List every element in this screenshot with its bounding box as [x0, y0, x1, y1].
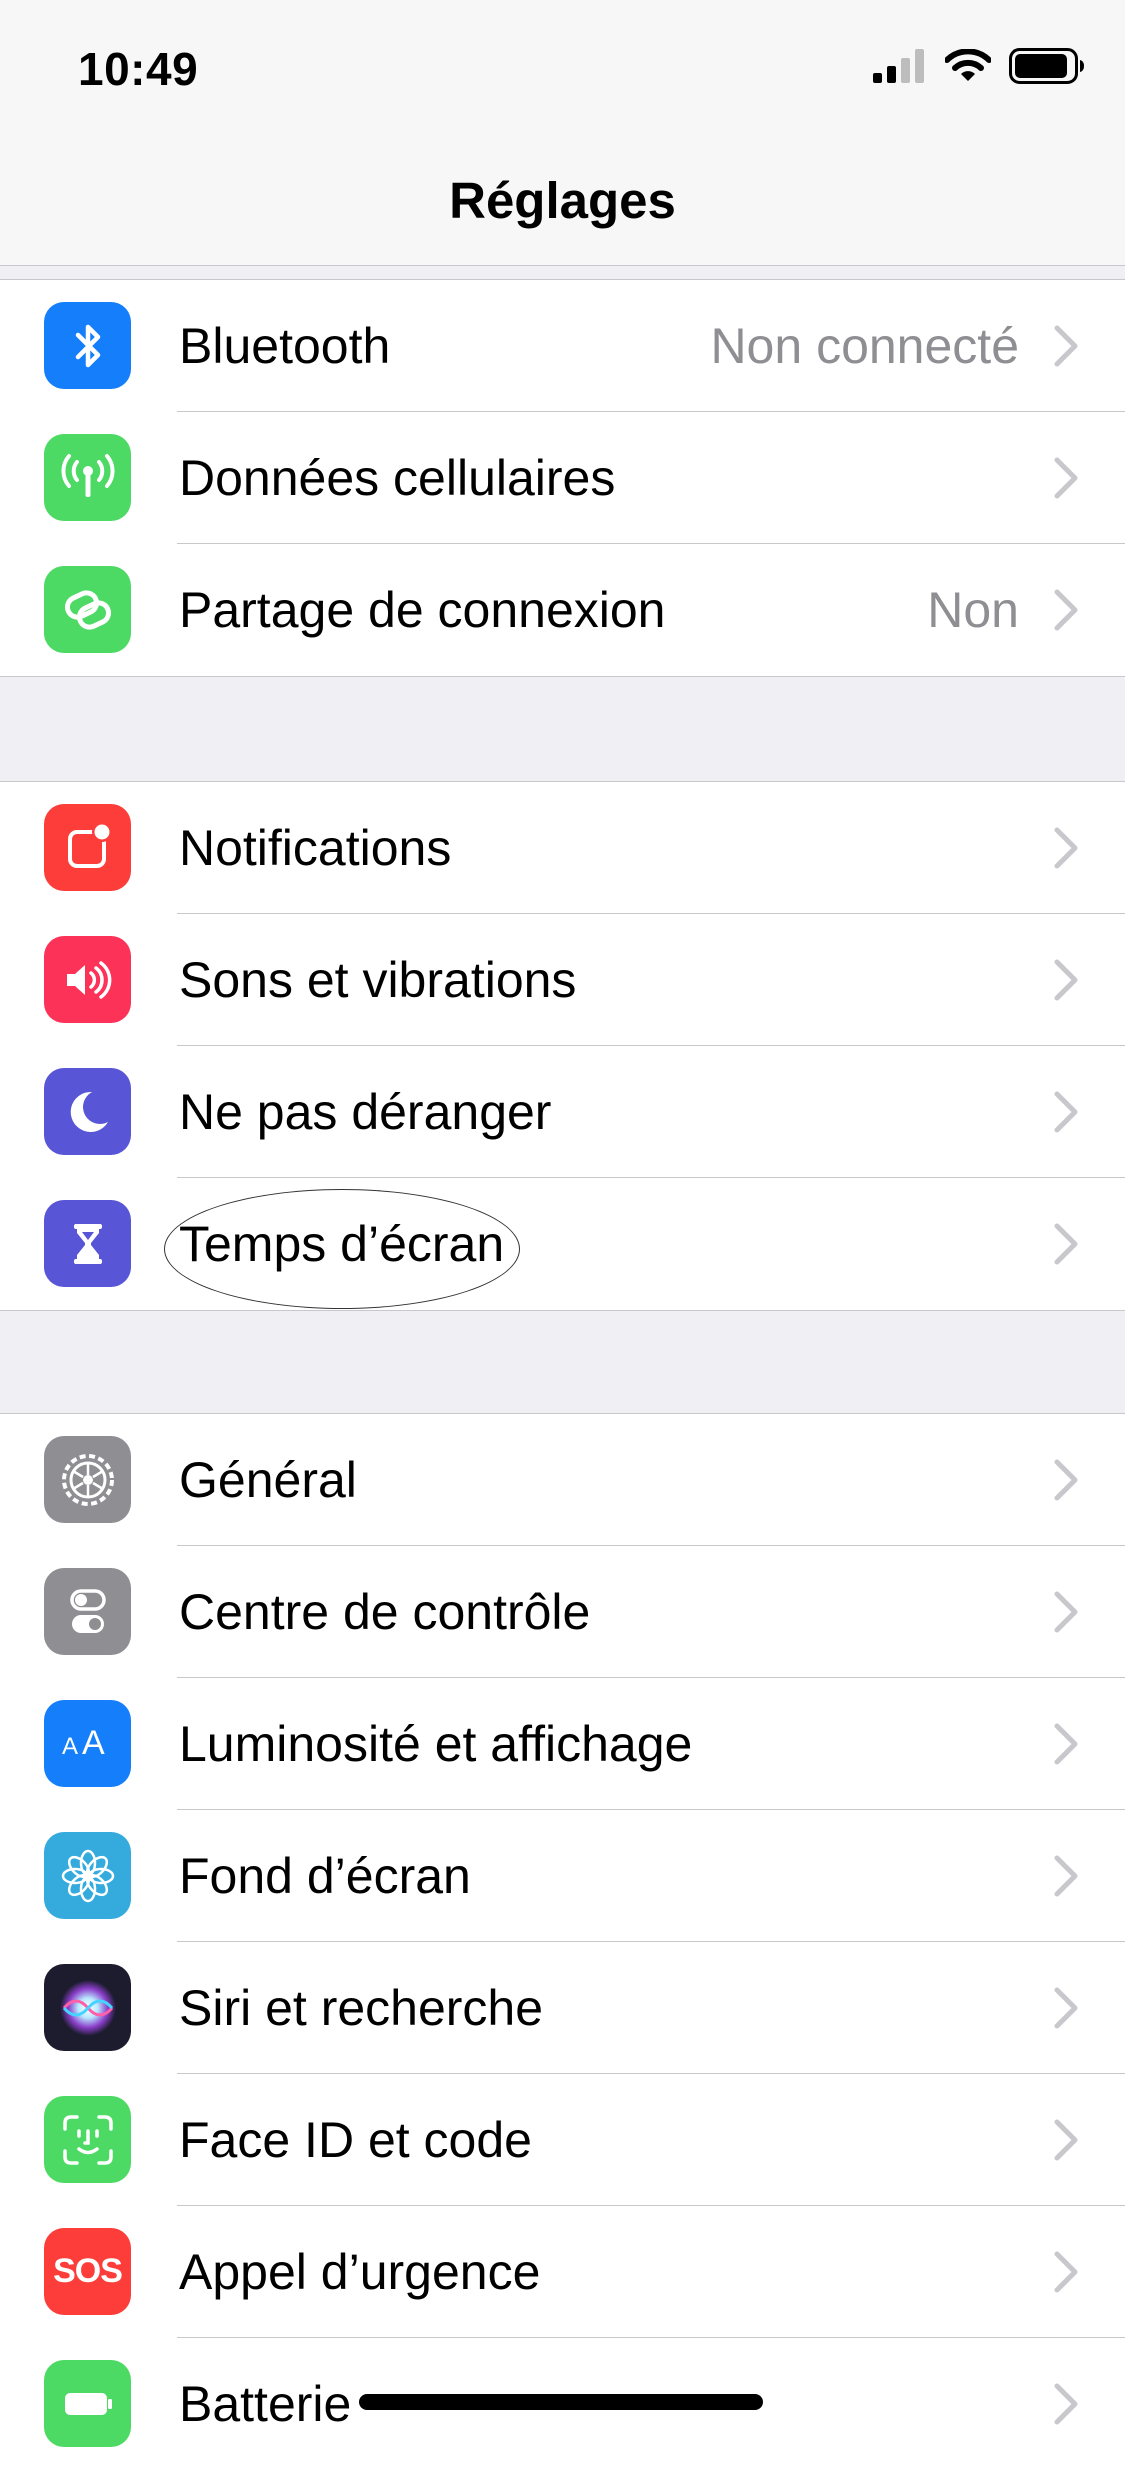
cellular-antenna-icon [44, 434, 131, 521]
chevron-right-icon [1054, 589, 1078, 631]
svg-text:A: A [62, 1733, 78, 1760]
settings-row-sounds[interactable]: Sons et vibrations [0, 914, 1125, 1046]
settings-row-label: Luminosité et affichage [179, 1716, 693, 1772]
settings-row-notifications[interactable]: Notifications [0, 782, 1125, 914]
sos-icon: SOS [44, 2228, 131, 2315]
settings-row-label: Fond d’écran [179, 1848, 471, 1904]
signal-icon [873, 49, 924, 83]
siri-icon [44, 1964, 131, 2051]
battery-icon [44, 2360, 131, 2447]
chevron-right-icon [1054, 325, 1078, 367]
chevron-right-icon [1054, 457, 1078, 499]
status-time: 10:49 [78, 43, 199, 95]
status-icons [873, 48, 1085, 84]
settings-row-face-id[interactable]: Face ID et code [0, 2074, 1125, 2206]
svg-text:A: A [82, 1724, 105, 1762]
chevron-right-icon [1054, 2251, 1078, 2293]
settings-row-label: Siri et recherche [179, 1980, 544, 2036]
settings-row-value: Non connecté [710, 318, 1019, 374]
hourglass-icon [44, 1200, 131, 1287]
chevron-right-icon [1054, 1223, 1078, 1265]
settings-row-label: Face ID et code [179, 2112, 532, 2168]
settings-row-wallpaper[interactable]: Fond d’écran [0, 1810, 1125, 1942]
highlight-oval-annotation [164, 1189, 520, 1309]
flower-icon [44, 1832, 131, 1919]
hotspot-chain-icon [44, 566, 131, 653]
chevron-right-icon [1054, 1459, 1078, 1501]
settings-row-do-not-disturb[interactable]: Ne pas déranger [0, 1046, 1125, 1178]
settings-row-label: Partage de connexion [179, 582, 666, 638]
status-bar: 10:49 [0, 0, 1125, 135]
toggles-icon [44, 1568, 131, 1655]
chevron-right-icon [1054, 1987, 1078, 2029]
settings-row-label: Bluetooth [179, 318, 391, 374]
settings-row-hotspot[interactable]: Partage de connexion Non [0, 544, 1125, 676]
chevron-right-icon [1054, 2383, 1078, 2425]
chevron-right-icon [1054, 959, 1078, 1001]
notifications-icon [44, 804, 131, 891]
text-size-icon: A A [44, 1700, 131, 1787]
settings-row-emergency-sos[interactable]: SOS Appel d’urgence [0, 2206, 1125, 2338]
bluetooth-icon [44, 302, 131, 389]
settings-row-bluetooth[interactable]: Bluetooth Non connecté [0, 280, 1125, 412]
chevron-right-icon [1054, 1855, 1078, 1897]
chevron-right-icon [1054, 1591, 1078, 1633]
home-indicator[interactable] [359, 2394, 763, 2410]
settings-group-connectivity: Bluetooth Non connecté Données cellulair… [0, 279, 1125, 677]
settings-row-label: Données cellulaires [179, 450, 616, 506]
face-id-icon [44, 2096, 131, 2183]
settings-row-label: Général [179, 1452, 357, 1508]
settings-row-general[interactable]: Général [0, 1414, 1125, 1546]
settings-row-label: Centre de contrôle [179, 1584, 591, 1640]
speaker-icon [44, 936, 131, 1023]
sos-icon-text: SOS [53, 2252, 123, 2290]
chevron-right-icon [1054, 2119, 1078, 2161]
settings-row-label: Notifications [179, 820, 452, 876]
settings-row-cellular[interactable]: Données cellulaires [0, 412, 1125, 544]
settings-row-value: Non [927, 582, 1019, 638]
settings-row-label: Appel d’urgence [179, 2244, 541, 2300]
chevron-right-icon [1054, 827, 1078, 869]
settings-row-label: Sons et vibrations [179, 952, 577, 1008]
navigation-bar: Réglages [0, 135, 1125, 266]
chevron-right-icon [1054, 1723, 1078, 1765]
settings-row-display[interactable]: A A Luminosité et affichage [0, 1678, 1125, 1810]
settings-row-siri[interactable]: Siri et recherche [0, 1942, 1125, 2074]
settings-row-label: Batterie [179, 2376, 352, 2432]
moon-icon [44, 1068, 131, 1155]
battery-status-icon [1009, 48, 1084, 84]
chevron-right-icon [1054, 1091, 1078, 1133]
gear-icon [44, 1436, 131, 1523]
settings-group-general: Général Centre de contrôle A A Luminosit… [0, 1413, 1125, 2470]
settings-row-label: Ne pas déranger [179, 1084, 552, 1140]
wifi-icon [945, 49, 991, 81]
page-title: Réglages [449, 172, 676, 229]
settings-row-screen-time[interactable]: Temps d’écran [0, 1178, 1125, 1310]
settings-group-notifications: Notifications Sons et vibrations Ne pas … [0, 781, 1125, 1311]
settings-row-control-center[interactable]: Centre de contrôle [0, 1546, 1125, 1678]
